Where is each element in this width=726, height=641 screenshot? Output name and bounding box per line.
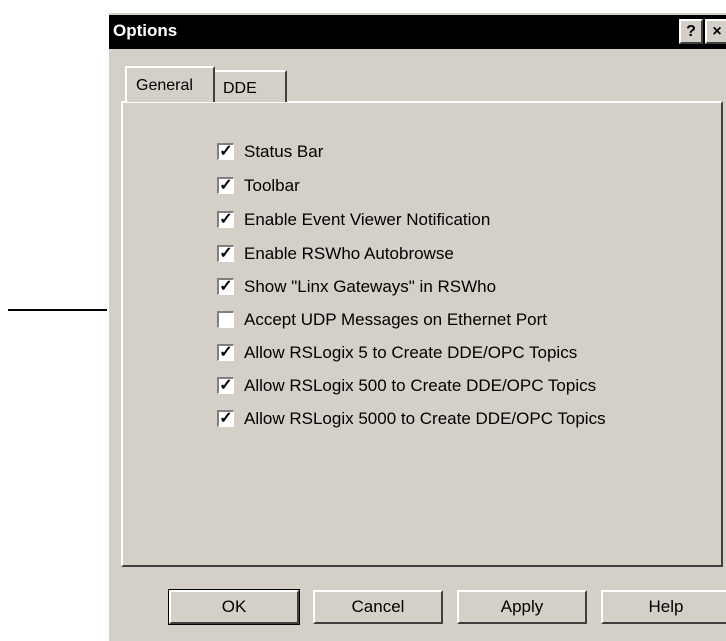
event-viewer-label: Enable Event Viewer Notification: [244, 210, 491, 229]
close-button[interactable]: ×: [705, 19, 726, 44]
rslogix5000-label: Allow RSLogix 5000 to Create DDE/OPC Top…: [244, 409, 606, 428]
tab-general-label: General: [136, 77, 193, 94]
rslogix5-checkbox[interactable]: ✓: [217, 344, 234, 361]
tab-dde-label: DDE: [223, 80, 257, 97]
rslogix500-checkbox[interactable]: ✓: [217, 377, 234, 394]
rswho-autobrowse-label: Enable RSWho Autobrowse: [244, 244, 454, 263]
help-title-button[interactable]: ?: [679, 19, 703, 44]
tab-general[interactable]: General: [125, 66, 215, 102]
options-dialog: Options ? × General DDE ✓ Status Bar ✓ T…: [107, 11, 726, 641]
toolbar-checkbox[interactable]: ✓: [217, 177, 234, 194]
general-tab-panel: ✓ Status Bar ✓ Toolbar ✓ Enable Event Vi…: [121, 101, 723, 567]
accept-udp-label: Accept UDP Messages on Ethernet Port: [244, 310, 548, 329]
status-bar-checkbox[interactable]: ✓: [217, 143, 234, 160]
accept-udp-checkbox[interactable]: [217, 311, 234, 328]
rslogix500-label: Allow RSLogix 500 to Create DDE/OPC Topi…: [244, 376, 597, 395]
rslogix5000-checkbox[interactable]: ✓: [217, 410, 234, 427]
status-bar-label: Status Bar: [244, 142, 324, 161]
event-viewer-checkbox[interactable]: ✓: [217, 211, 234, 228]
linx-gateways-label: Show "Linx Gateways" in RSWho: [244, 277, 497, 296]
tab-dde[interactable]: DDE: [213, 70, 287, 102]
rslogix5-label: Allow RSLogix 5 to Create DDE/OPC Topics: [244, 343, 578, 362]
dialog-title: Options: [113, 21, 178, 40]
title-bar: Options ? ×: [109, 15, 726, 49]
linx-gateways-checkbox[interactable]: ✓: [217, 278, 234, 295]
toolbar-label: Toolbar: [244, 176, 300, 195]
ok-button[interactable]: OK: [168, 589, 300, 625]
help-button[interactable]: Help: [601, 590, 726, 624]
cancel-button[interactable]: Cancel: [313, 590, 443, 624]
apply-button[interactable]: Apply: [457, 590, 587, 624]
rswho-autobrowse-checkbox[interactable]: ✓: [217, 245, 234, 262]
